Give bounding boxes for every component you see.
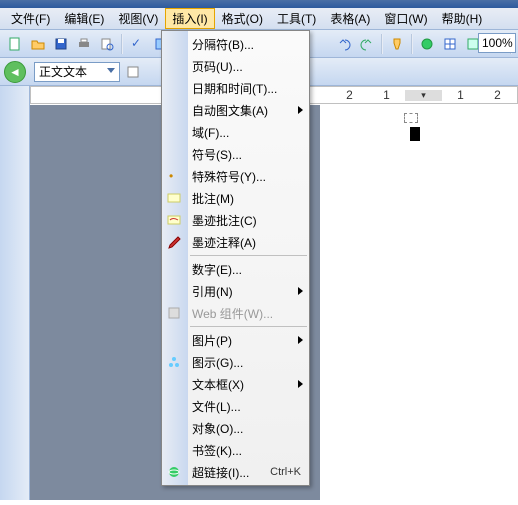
menu-insert[interactable]: 插入(I) bbox=[165, 8, 214, 29]
zoom-combo[interactable]: 100% bbox=[478, 33, 516, 53]
ink-annot-icon bbox=[166, 234, 182, 250]
hyperlink-button[interactable] bbox=[416, 33, 438, 55]
special-char-icon: • bbox=[166, 168, 182, 184]
style-combo[interactable]: 正文文本 bbox=[34, 62, 120, 82]
menu-textbox[interactable]: 文本框(X) bbox=[162, 373, 309, 395]
menu-special-symbol[interactable]: •特殊符号(Y)... bbox=[162, 165, 309, 187]
menu-ink-annotation[interactable]: 墨迹注释(A) bbox=[162, 231, 309, 253]
submenu-arrow-icon bbox=[298, 287, 303, 295]
format-painter-button[interactable] bbox=[386, 33, 408, 55]
spellcheck-button[interactable]: ✓ bbox=[126, 33, 148, 55]
submenu-arrow-icon bbox=[298, 380, 303, 388]
hyperlink-icon bbox=[166, 464, 182, 480]
menu-object[interactable]: 对象(O)... bbox=[162, 417, 309, 439]
menu-separator bbox=[190, 255, 307, 256]
menu-comment[interactable]: 批注(M) bbox=[162, 187, 309, 209]
menu-symbol[interactable]: 符号(S)... bbox=[162, 143, 309, 165]
text-cursor bbox=[410, 127, 420, 141]
menu-table[interactable]: 表格(A) bbox=[323, 8, 377, 29]
diagram-icon bbox=[166, 354, 182, 370]
titlebar bbox=[0, 0, 518, 8]
save-button[interactable] bbox=[50, 33, 72, 55]
chevron-down-icon bbox=[107, 68, 115, 76]
menu-field[interactable]: 域(F)... bbox=[162, 121, 309, 143]
print-button[interactable] bbox=[73, 33, 95, 55]
menu-file[interactable]: 文件(L)... bbox=[162, 395, 309, 417]
web-icon bbox=[166, 305, 182, 321]
redo-button[interactable] bbox=[356, 33, 378, 55]
undo-button[interactable] bbox=[333, 33, 355, 55]
menu-hyperlink[interactable]: 超链接(I)...Ctrl+K bbox=[162, 461, 309, 483]
menu-autotext[interactable]: 自动图文集(A) bbox=[162, 99, 309, 121]
menu-date-time[interactable]: 日期和时间(T)... bbox=[162, 77, 309, 99]
menu-edit[interactable]: 编辑(E) bbox=[57, 8, 111, 29]
menu-page-number[interactable]: 页码(U)... bbox=[162, 55, 309, 77]
menu-window[interactable]: 窗口(W) bbox=[377, 8, 434, 29]
back-button[interactable]: ◄ bbox=[4, 61, 26, 83]
menu-help[interactable]: 帮助(H) bbox=[435, 8, 490, 29]
menu-bookmark[interactable]: 书签(K)... bbox=[162, 439, 309, 461]
ink-icon bbox=[166, 212, 182, 228]
submenu-arrow-icon bbox=[298, 106, 303, 114]
separator bbox=[411, 34, 413, 54]
page[interactable] bbox=[320, 105, 518, 505]
menu-file[interactable]: 文件(F) bbox=[4, 8, 57, 29]
new-doc-button[interactable] bbox=[4, 33, 26, 55]
insert-menu-dropdown: 分隔符(B)... 页码(U)... 日期和时间(T)... 自动图文集(A) … bbox=[161, 30, 310, 486]
menu-view[interactable]: 视图(V) bbox=[111, 8, 165, 29]
shortcut-label: Ctrl+K bbox=[270, 466, 301, 478]
submenu-arrow-icon bbox=[298, 336, 303, 344]
menu-separator bbox=[190, 326, 307, 327]
page-break-indicator bbox=[404, 113, 418, 123]
svg-text:•: • bbox=[169, 169, 173, 183]
vertical-ruler-strip bbox=[0, 86, 30, 500]
separator bbox=[121, 34, 123, 54]
menu-separator-item[interactable]: 分隔符(B)... bbox=[162, 33, 309, 55]
menu-web-component: Web 组件(W)... bbox=[162, 302, 309, 324]
print-preview-button[interactable] bbox=[96, 33, 118, 55]
style-picker-button[interactable] bbox=[122, 61, 144, 83]
menu-picture[interactable]: 图片(P) bbox=[162, 329, 309, 351]
menu-reference[interactable]: 引用(N) bbox=[162, 280, 309, 302]
menu-number[interactable]: 数字(E)... bbox=[162, 258, 309, 280]
menubar: 文件(F) 编辑(E) 视图(V) 插入(I) 格式(O) 工具(T) 表格(A… bbox=[0, 8, 518, 30]
tables-button[interactable] bbox=[439, 33, 461, 55]
comment-icon bbox=[166, 190, 182, 206]
menu-format[interactable]: 格式(O) bbox=[215, 8, 270, 29]
menu-tools[interactable]: 工具(T) bbox=[270, 8, 323, 29]
menu-ink-comment[interactable]: 墨迹批注(C) bbox=[162, 209, 309, 231]
open-button[interactable] bbox=[27, 33, 49, 55]
menu-diagram[interactable]: 图示(G)... bbox=[162, 351, 309, 373]
svg-text:✓: ✓ bbox=[131, 37, 141, 50]
separator bbox=[381, 34, 383, 54]
